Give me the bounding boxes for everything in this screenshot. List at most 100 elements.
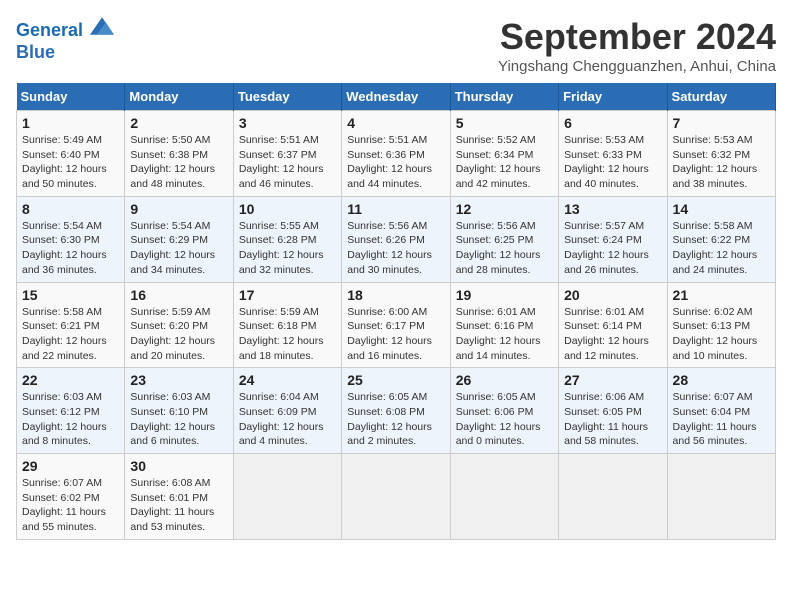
day-info: Sunrise: 5:52 AMSunset: 6:34 PMDaylight:… <box>456 133 553 192</box>
day-number: 14 <box>673 201 770 217</box>
day-number: 24 <box>239 372 336 388</box>
weekday-header-thursday: Thursday <box>450 83 558 111</box>
title-block: September 2024 Yingshang Chengguanzhen, … <box>498 16 776 75</box>
day-info: Sunrise: 5:53 AMSunset: 6:32 PMDaylight:… <box>673 133 770 192</box>
calendar-cell: 19Sunrise: 6:01 AMSunset: 6:16 PMDayligh… <box>450 282 558 368</box>
calendar-cell: 5 Sunrise: 5:52 AMSunset: 6:34 PMDaylight… <box>450 111 558 197</box>
day-number: 20 <box>564 287 661 303</box>
weekday-header-tuesday: Tuesday <box>233 83 341 111</box>
calendar-cell: 22Sunrise: 6:03 AMSunset: 6:12 PMDayligh… <box>17 368 125 454</box>
calendar-cell: 20 Sunrise: 6:01 AMSunset: 6:14 PMDayligh… <box>559 282 667 368</box>
logo-text: General <box>16 16 114 42</box>
day-info: Sunrise: 5:57 AMSunset: 6:24 PMDaylight:… <box>564 219 661 278</box>
day-info: Sunrise: 6:04 AMSunset: 6:09 PMDaylight:… <box>239 390 336 449</box>
logo-icon <box>90 16 114 36</box>
day-number: 21 <box>673 287 770 303</box>
calendar-cell: 29 Sunrise: 6:07 AMSunset: 6:02 PMDayligh… <box>17 454 125 540</box>
calendar-cell: 26 Sunrise: 6:05 AMSunset: 6:06 PMDayligh… <box>450 368 558 454</box>
calendar-cell <box>342 454 450 540</box>
day-info: Sunrise: 5:51 AMSunset: 6:37 PMDaylight:… <box>239 133 336 192</box>
day-info: Sunrise: 5:50 AMSunset: 6:38 PMDaylight:… <box>130 133 227 192</box>
weekday-header-saturday: Saturday <box>667 83 775 111</box>
day-number: 30 <box>130 458 227 474</box>
day-number: 26 <box>456 372 553 388</box>
day-number: 15 <box>22 287 119 303</box>
day-info: Sunrise: 6:01 AMSunset: 6:14 PMDaylight:… <box>564 305 661 364</box>
day-number: 5 <box>456 115 553 131</box>
calendar-cell: 28 Sunrise: 6:07 AMSunset: 6:04 PMDayligh… <box>667 368 775 454</box>
calendar-cell: 16 Sunrise: 5:59 AMSunset: 6:20 PMDayligh… <box>125 282 233 368</box>
logo: General Blue <box>16 16 114 63</box>
page-header: General Blue September 2024 Yingshang Ch… <box>16 16 776 75</box>
day-number: 4 <box>347 115 444 131</box>
day-info: Sunrise: 6:07 AMSunset: 6:04 PMDaylight:… <box>673 390 770 449</box>
day-number: 18 <box>347 287 444 303</box>
day-info: Sunrise: 5:53 AMSunset: 6:33 PMDaylight:… <box>564 133 661 192</box>
calendar-cell: 30 Sunrise: 6:08 AMSunset: 6:01 PMDayligh… <box>125 454 233 540</box>
day-info: Sunrise: 6:03 AMSunset: 6:10 PMDaylight:… <box>130 390 227 449</box>
calendar-cell: 24 Sunrise: 6:04 AMSunset: 6:09 PMDayligh… <box>233 368 341 454</box>
day-number: 16 <box>130 287 227 303</box>
week-row-5: 29 Sunrise: 6:07 AMSunset: 6:02 PMDayligh… <box>17 454 776 540</box>
calendar-cell: 10 Sunrise: 5:55 AMSunset: 6:28 PMDayligh… <box>233 196 341 282</box>
day-info: Sunrise: 6:05 AMSunset: 6:08 PMDaylight:… <box>347 390 444 449</box>
week-row-4: 22Sunrise: 6:03 AMSunset: 6:12 PMDayligh… <box>17 368 776 454</box>
weekday-header-friday: Friday <box>559 83 667 111</box>
day-info: Sunrise: 5:58 AMSunset: 6:21 PMDaylight:… <box>22 305 119 364</box>
day-info: Sunrise: 5:56 AMSunset: 6:26 PMDaylight:… <box>347 219 444 278</box>
week-row-1: 1Sunrise: 5:49 AMSunset: 6:40 PMDaylight… <box>17 111 776 197</box>
calendar-cell: 14 Sunrise: 5:58 AMSunset: 6:22 PMDayligh… <box>667 196 775 282</box>
calendar-cell: 23 Sunrise: 6:03 AMSunset: 6:10 PMDayligh… <box>125 368 233 454</box>
day-info: Sunrise: 5:56 AMSunset: 6:25 PMDaylight:… <box>456 219 553 278</box>
day-number: 27 <box>564 372 661 388</box>
day-number: 9 <box>130 201 227 217</box>
day-info: Sunrise: 5:51 AMSunset: 6:36 PMDaylight:… <box>347 133 444 192</box>
calendar-cell: 1Sunrise: 5:49 AMSunset: 6:40 PMDaylight… <box>17 111 125 197</box>
day-info: Sunrise: 5:58 AMSunset: 6:22 PMDaylight:… <box>673 219 770 278</box>
week-row-3: 15 Sunrise: 5:58 AMSunset: 6:21 PMDayligh… <box>17 282 776 368</box>
calendar-cell: 13 Sunrise: 5:57 AMSunset: 6:24 PMDayligh… <box>559 196 667 282</box>
day-number: 23 <box>130 372 227 388</box>
calendar-cell: 4 Sunrise: 5:51 AMSunset: 6:36 PMDaylight… <box>342 111 450 197</box>
day-number: 11 <box>347 201 444 217</box>
calendar-cell <box>450 454 558 540</box>
calendar-table: SundayMondayTuesdayWednesdayThursdayFrid… <box>16 83 776 540</box>
calendar-cell: 6Sunrise: 5:53 AMSunset: 6:33 PMDaylight… <box>559 111 667 197</box>
day-info: Sunrise: 5:59 AMSunset: 6:20 PMDaylight:… <box>130 305 227 364</box>
day-info: Sunrise: 6:02 AMSunset: 6:13 PMDaylight:… <box>673 305 770 364</box>
day-number: 28 <box>673 372 770 388</box>
day-number: 25 <box>347 372 444 388</box>
calendar-cell: 9Sunrise: 5:54 AMSunset: 6:29 PMDaylight… <box>125 196 233 282</box>
calendar-cell: 7 Sunrise: 5:53 AMSunset: 6:32 PMDaylight… <box>667 111 775 197</box>
day-info: Sunrise: 6:03 AMSunset: 6:12 PMDaylight:… <box>22 390 119 449</box>
day-info: Sunrise: 6:07 AMSunset: 6:02 PMDaylight:… <box>22 476 119 535</box>
day-info: Sunrise: 5:49 AMSunset: 6:40 PMDaylight:… <box>22 133 119 192</box>
day-info: Sunrise: 5:59 AMSunset: 6:18 PMDaylight:… <box>239 305 336 364</box>
weekday-header-sunday: Sunday <box>17 83 125 111</box>
day-number: 8 <box>22 201 119 217</box>
location-subtitle: Yingshang Chengguanzhen, Anhui, China <box>498 58 776 75</box>
day-info: Sunrise: 6:05 AMSunset: 6:06 PMDaylight:… <box>456 390 553 449</box>
day-info: Sunrise: 6:01 AMSunset: 6:16 PMDaylight:… <box>456 305 553 364</box>
calendar-cell: 12Sunrise: 5:56 AMSunset: 6:25 PMDayligh… <box>450 196 558 282</box>
calendar-cell: 15 Sunrise: 5:58 AMSunset: 6:21 PMDayligh… <box>17 282 125 368</box>
calendar-cell: 8 Sunrise: 5:54 AMSunset: 6:30 PMDaylight… <box>17 196 125 282</box>
day-info: Sunrise: 6:08 AMSunset: 6:01 PMDaylight:… <box>130 476 227 535</box>
day-number: 2 <box>130 115 227 131</box>
day-info: Sunrise: 6:00 AMSunset: 6:17 PMDaylight:… <box>347 305 444 364</box>
calendar-cell: 2 Sunrise: 5:50 AMSunset: 6:38 PMDaylight… <box>125 111 233 197</box>
month-title: September 2024 <box>498 16 776 58</box>
calendar-cell: 11 Sunrise: 5:56 AMSunset: 6:26 PMDayligh… <box>342 196 450 282</box>
day-number: 13 <box>564 201 661 217</box>
calendar-cell <box>667 454 775 540</box>
calendar-cell: 18 Sunrise: 6:00 AMSunset: 6:17 PMDayligh… <box>342 282 450 368</box>
calendar-cell <box>559 454 667 540</box>
day-number: 29 <box>22 458 119 474</box>
calendar-cell: 27Sunrise: 6:06 AMSunset: 6:05 PMDayligh… <box>559 368 667 454</box>
day-info: Sunrise: 5:54 AMSunset: 6:30 PMDaylight:… <box>22 219 119 278</box>
calendar-cell: 3Sunrise: 5:51 AMSunset: 6:37 PMDaylight… <box>233 111 341 197</box>
day-number: 10 <box>239 201 336 217</box>
calendar-cell: 21 Sunrise: 6:02 AMSunset: 6:13 PMDayligh… <box>667 282 775 368</box>
day-number: 7 <box>673 115 770 131</box>
day-info: Sunrise: 5:55 AMSunset: 6:28 PMDaylight:… <box>239 219 336 278</box>
